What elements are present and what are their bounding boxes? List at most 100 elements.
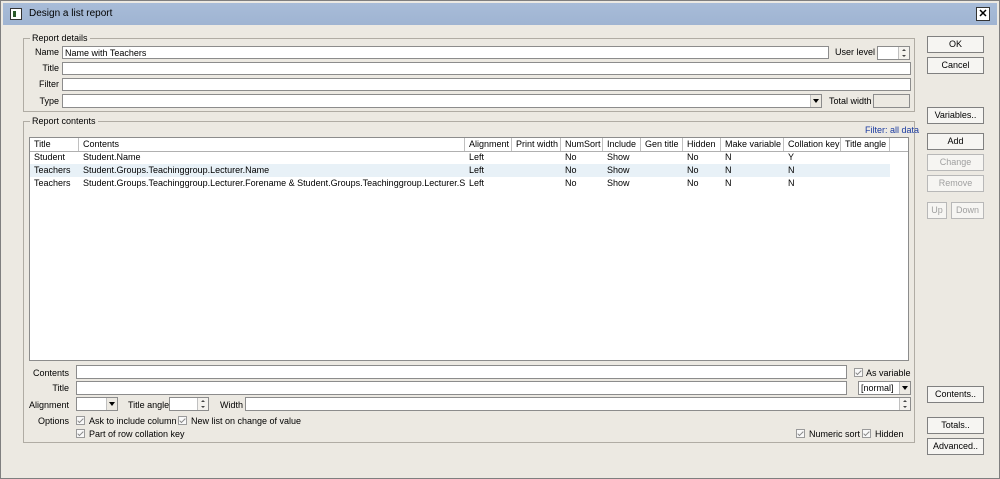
column-header-collation-key[interactable]: Collation key	[784, 138, 841, 151]
cell-numsort: No	[565, 152, 577, 162]
ok-button[interactable]: OK	[927, 36, 984, 53]
as-variable-label: As variable	[866, 368, 911, 378]
window-title: Design a list report	[29, 8, 113, 19]
column-header-hidden[interactable]: Hidden	[683, 138, 721, 151]
cell-include: Show	[607, 152, 630, 162]
cell-title: Teachers	[34, 165, 71, 175]
cell-title: Teachers	[34, 178, 71, 188]
title-style-select[interactable]: [normal]	[858, 381, 911, 395]
cancel-button[interactable]: Cancel	[927, 57, 984, 74]
cell-contents: Student.Name	[83, 152, 141, 162]
part-collation-checkbox[interactable]	[76, 429, 85, 438]
cell-collation-key: N	[788, 165, 795, 175]
filter-input[interactable]	[62, 78, 911, 91]
cell-collation-key: N	[788, 178, 795, 188]
column-header-print-width[interactable]: Print width	[512, 138, 561, 151]
contents-button[interactable]: Contents..	[927, 386, 984, 403]
spin-arrows-icon[interactable]	[899, 398, 910, 410]
move-down-button[interactable]: Down	[951, 202, 984, 219]
new-list-label: New list on change of value	[191, 416, 302, 426]
table-row[interactable]: Teachers Student.Groups.Teachinggroup.Le…	[30, 164, 890, 177]
contents-label: Contents	[32, 368, 69, 378]
remove-button[interactable]: Remove	[927, 175, 984, 192]
ask-include-checkbox[interactable]	[76, 416, 85, 425]
table-row[interactable]: Teachers Student.Groups.Teachinggroup.Le…	[30, 177, 890, 190]
column-header-gen-title[interactable]: Gen title	[641, 138, 683, 151]
cell-title-angle	[841, 164, 890, 177]
title-input[interactable]	[62, 62, 911, 75]
cell-alignment: Left	[469, 152, 485, 162]
cell-include: Show	[607, 178, 630, 188]
column-header-make-variable[interactable]: Make variable	[721, 138, 784, 151]
window-app-icon	[10, 8, 22, 20]
cell-title-angle	[841, 177, 890, 190]
table-header: Title Contents Alignment Print width Num…	[30, 138, 908, 152]
cell-make-variable: N	[725, 152, 732, 162]
title-angle-stepper[interactable]	[169, 397, 209, 411]
cell-hidden: No	[687, 178, 699, 188]
table-row[interactable]: Student Student.Name Left No Show No N Y	[30, 151, 890, 164]
as-variable-checkbox[interactable]	[854, 368, 863, 377]
part-collation-label: Part of row collation key	[89, 429, 185, 439]
cell-contents: Student.Groups.Teachinggroup.Lecturer.Fo…	[83, 178, 465, 188]
spin-arrows-icon[interactable]	[197, 398, 208, 410]
cell-print-width	[512, 177, 561, 190]
cell-print-width	[512, 151, 561, 164]
hidden-label: Hidden	[875, 429, 904, 439]
alignment-label: Alignment	[28, 400, 69, 410]
width-stepper[interactable]	[245, 397, 911, 411]
cell-title-angle	[841, 151, 890, 164]
advanced-button[interactable]: Advanced..	[927, 438, 984, 455]
options-label: Options	[37, 416, 69, 426]
totals-button[interactable]: Totals..	[927, 417, 984, 434]
change-button[interactable]: Change	[927, 154, 984, 171]
column-header-contents[interactable]: Contents	[79, 138, 465, 151]
cell-contents: Student.Groups.Teachinggroup.Lecturer.Na…	[83, 165, 270, 175]
contents-input[interactable]	[76, 365, 847, 379]
filter-all-data-link[interactable]: Filter: all data	[865, 125, 919, 136]
cell-print-width	[512, 164, 561, 177]
variables-button[interactable]: Variables..	[927, 107, 984, 124]
hidden-checkbox[interactable]	[862, 429, 871, 438]
alignment-select[interactable]	[76, 397, 118, 411]
new-list-checkbox[interactable]	[178, 416, 187, 425]
numeric-sort-checkbox[interactable]	[796, 429, 805, 438]
cell-numsort: No	[565, 178, 577, 188]
report-columns-table[interactable]: Title Contents Alignment Print width Num…	[29, 137, 909, 361]
user-level-label: User level	[835, 47, 876, 57]
column-header-numsort[interactable]: NumSort	[561, 138, 603, 151]
title-style-value: [normal]	[861, 383, 894, 393]
dialog-window: Design a list report ✕ Report details Na…	[0, 0, 1000, 479]
numeric-sort-label: Numeric sort	[809, 429, 861, 439]
column-header-include[interactable]: Include	[603, 138, 641, 151]
column-header-title[interactable]: Title	[30, 138, 79, 151]
cell-gen-title	[641, 151, 683, 164]
column-header-title-angle[interactable]: Title angle	[841, 138, 890, 151]
type-label: Type	[39, 96, 59, 106]
chevron-down-icon[interactable]	[810, 95, 821, 107]
name-input[interactable]: Name with Teachers	[62, 46, 829, 59]
chevron-down-icon[interactable]	[106, 398, 117, 410]
chevron-down-icon[interactable]	[899, 382, 910, 394]
move-up-button[interactable]: Up	[927, 202, 947, 219]
report-contents-label: Report contents	[30, 116, 98, 127]
cell-hidden: No	[687, 152, 699, 162]
editor-title-input[interactable]	[76, 381, 847, 395]
close-icon[interactable]: ✕	[976, 7, 990, 21]
column-header-alignment[interactable]: Alignment	[465, 138, 512, 151]
add-button[interactable]: Add	[927, 133, 984, 150]
editor-title-label: Title	[52, 383, 69, 393]
cell-include: Show	[607, 165, 630, 175]
total-width-label: Total width	[829, 96, 872, 106]
spin-arrows-icon[interactable]	[898, 47, 909, 59]
filter-label: Filter	[39, 79, 59, 89]
total-width-field	[873, 94, 910, 108]
cell-make-variable: N	[725, 178, 732, 188]
cell-hidden: No	[687, 165, 699, 175]
user-level-stepper[interactable]	[877, 46, 910, 60]
cell-gen-title	[641, 177, 683, 190]
title-label: Title	[42, 63, 59, 73]
type-select[interactable]	[62, 94, 822, 108]
name-label: Name	[34, 47, 59, 57]
report-details-label: Report details	[30, 33, 90, 44]
